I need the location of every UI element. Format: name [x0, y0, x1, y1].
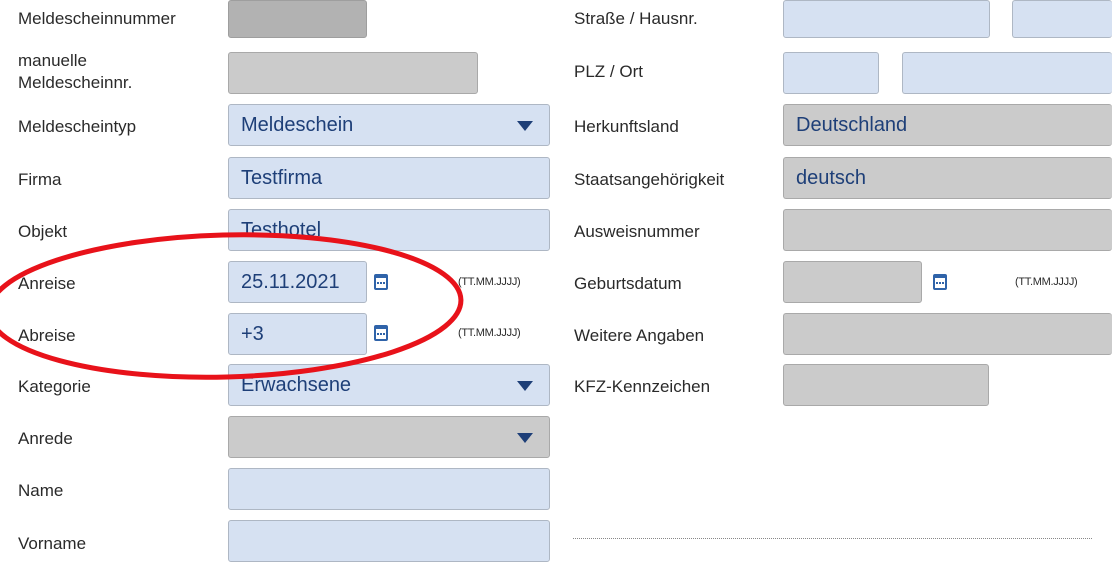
meldescheinnummer-field: [228, 0, 367, 38]
strasse-input[interactable]: [783, 0, 990, 38]
chevron-down-icon: [517, 121, 533, 131]
calendar-icon[interactable]: [374, 274, 388, 290]
label-meldescheinnummer: Meldescheinnummer: [18, 9, 176, 28]
geburtsdatum-format-hint: (TT.MM.JJJJ): [1015, 276, 1078, 288]
label-staatsangehoerigkeit: Staatsangehörigkeit: [574, 170, 725, 189]
label-objekt: Objekt: [18, 222, 68, 241]
abreise-format-hint: (TT.MM.JJJJ): [458, 327, 521, 339]
calendar-icon[interactable]: [933, 274, 947, 290]
label-vorname: Vorname: [18, 534, 87, 553]
anreise-value: 25.11.2021: [241, 271, 340, 293]
anrede-select[interactable]: [228, 416, 550, 458]
ausweisnummer-field[interactable]: [783, 209, 1112, 251]
chevron-down-icon: [517, 433, 533, 443]
firma-input[interactable]: Testfirma: [228, 157, 550, 199]
label-weitere-angaben: Weitere Angaben: [574, 326, 705, 345]
label-geburtsdatum: Geburtsdatum: [574, 274, 682, 293]
label-meldescheintyp: Meldescheintyp: [18, 117, 137, 136]
label-herkunftsland: Herkunftsland: [574, 117, 679, 136]
calendar-icon[interactable]: [374, 325, 388, 341]
label-anrede: Anrede: [18, 429, 73, 448]
label-strasse-hausnr: Straße / Hausnr.: [574, 9, 698, 28]
label-plz-ort: PLZ / Ort: [574, 62, 643, 81]
label-anreise: Anreise: [18, 274, 76, 293]
label-manuelle-meldescheinnr: manuelle Meldescheinnr.: [18, 51, 133, 92]
label-kategorie: Kategorie: [18, 377, 91, 396]
weitere-angaben-field[interactable]: [783, 313, 1112, 355]
meldescheintyp-select[interactable]: Meldeschein: [228, 104, 550, 146]
abreise-input[interactable]: +3: [228, 313, 367, 355]
herkunftsland-field[interactable]: Deutschland: [783, 104, 1112, 146]
manuelle-meldescheinnr-input[interactable]: [228, 52, 478, 94]
label-ausweisnummer: Ausweisnummer: [574, 222, 700, 241]
anreise-date-input[interactable]: 25.11.2021: [228, 261, 367, 303]
vorname-input[interactable]: [228, 520, 550, 562]
staatsangehoerigkeit-value: deutsch: [796, 167, 867, 189]
geburtsdatum-field[interactable]: [783, 261, 922, 303]
kfz-kennzeichen-field[interactable]: [783, 364, 989, 406]
hausnr-input[interactable]: [1012, 0, 1112, 38]
staatsangehoerigkeit-field[interactable]: deutsch: [783, 157, 1112, 199]
objekt-value: Testhotel: [241, 219, 322, 241]
plz-input[interactable]: [783, 52, 879, 94]
label-abreise: Abreise: [18, 326, 76, 345]
anreise-format-hint: (TT.MM.JJJJ): [458, 276, 521, 288]
chevron-down-icon: [517, 381, 533, 391]
label-kfz-kennzeichen: KFZ-Kennzeichen: [574, 377, 711, 396]
kategorie-value: Erwachsene: [241, 374, 352, 396]
name-input[interactable]: [228, 468, 550, 510]
label-firma: Firma: [18, 170, 62, 189]
firma-value: Testfirma: [241, 167, 323, 189]
meldescheintyp-value: Meldeschein: [241, 114, 354, 136]
objekt-input[interactable]: Testhotel: [228, 209, 550, 251]
abreise-value: +3: [241, 323, 264, 345]
dotted-separator: [573, 538, 1092, 539]
kategorie-select[interactable]: Erwachsene: [228, 364, 550, 406]
herkunftsland-value: Deutschland: [796, 114, 908, 136]
ort-input[interactable]: [902, 52, 1112, 94]
label-name: Name: [18, 481, 64, 500]
